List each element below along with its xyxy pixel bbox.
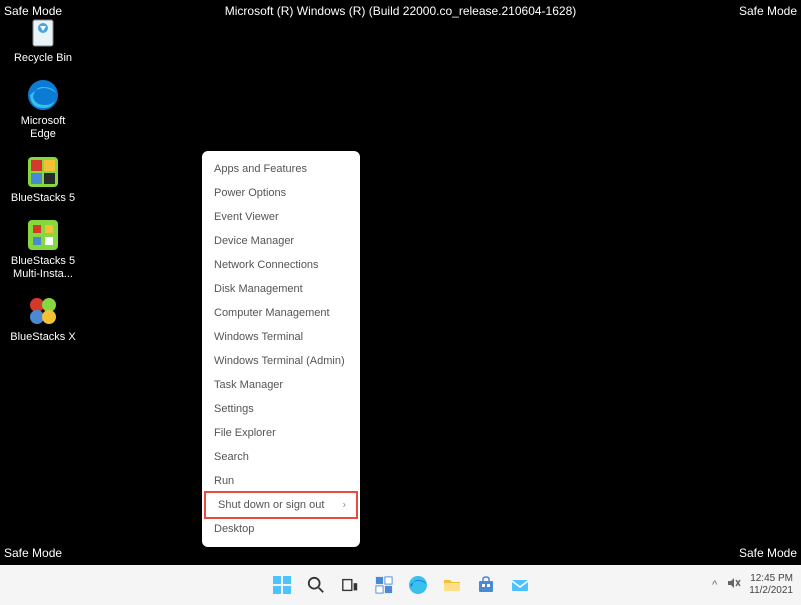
taskbar-center xyxy=(268,571,534,599)
menu-item-task-manager[interactable]: Task Manager xyxy=(202,373,360,397)
menu-item-computer-management[interactable]: Computer Management xyxy=(202,301,360,325)
desktop-icon-recycle-bin[interactable]: Recycle Bin xyxy=(8,14,78,65)
volume-icon[interactable] xyxy=(725,575,741,596)
menu-item-device-manager[interactable]: Device Manager xyxy=(202,229,360,253)
menu-item-network-connections[interactable]: Network Connections xyxy=(202,253,360,277)
menu-item-file-explorer[interactable]: File Explorer xyxy=(202,421,360,445)
menu-item-settings[interactable]: Settings xyxy=(202,397,360,421)
menu-item-search[interactable]: Search xyxy=(202,445,360,469)
menu-item-windows-terminal[interactable]: Windows Terminal xyxy=(202,325,360,349)
taskbar-clock[interactable]: 12:45 PM 11/2/2021 xyxy=(749,573,793,597)
desktop-icon-label: Recycle Bin xyxy=(14,52,72,65)
file-explorer-taskbar-icon[interactable] xyxy=(438,571,466,599)
build-info: Microsoft (R) Windows (R) (Build 22000.c… xyxy=(225,4,577,18)
safe-mode-bottom-right: Safe Mode xyxy=(739,546,797,560)
edge-icon xyxy=(25,77,61,113)
menu-item-desktop[interactable]: Desktop xyxy=(202,517,360,541)
mail-taskbar-icon[interactable] xyxy=(506,571,534,599)
menu-item-event-viewer[interactable]: Event Viewer xyxy=(202,205,360,229)
desktop-icons-container: Recycle Bin Microsoft Edge BlueStacks 5 … xyxy=(8,14,78,344)
safe-mode-top-right: Safe Mode xyxy=(739,4,797,18)
desktop-icon-bluestacks-5-multi[interactable]: BlueStacks 5 Multi-Insta... xyxy=(8,217,78,281)
menu-item-shut-down-sign-out[interactable]: Shut down or sign out xyxy=(204,491,358,519)
desktop-icon-label: Microsoft Edge xyxy=(8,115,78,141)
search-icon[interactable] xyxy=(302,571,330,599)
menu-item-disk-management[interactable]: Disk Management xyxy=(202,277,360,301)
winx-context-menu: Apps and Features Power Options Event Vi… xyxy=(202,151,360,547)
clock-time: 12:45 PM xyxy=(750,573,793,585)
safe-mode-bottom-left: Safe Mode xyxy=(4,546,62,560)
desktop-icon-microsoft-edge[interactable]: Microsoft Edge xyxy=(8,77,78,141)
start-button[interactable] xyxy=(268,571,296,599)
edge-taskbar-icon[interactable] xyxy=(404,571,432,599)
task-view-icon[interactable] xyxy=(336,571,364,599)
menu-item-run[interactable]: Run xyxy=(202,469,360,493)
clock-date: 11/2/2021 xyxy=(749,585,793,597)
desktop-icon-bluestacks-5[interactable]: BlueStacks 5 xyxy=(8,154,78,205)
desktop-icon-bluestacks-x[interactable]: BlueStacks X xyxy=(8,293,78,344)
menu-item-windows-terminal-admin[interactable]: Windows Terminal (Admin) xyxy=(202,349,360,373)
bluestacks-multi-icon xyxy=(25,217,61,253)
taskbar-system-tray: ^ 12:45 PM 11/2/2021 xyxy=(712,573,793,597)
menu-item-apps-features[interactable]: Apps and Features xyxy=(202,157,360,181)
taskbar: ^ 12:45 PM 11/2/2021 xyxy=(0,565,801,605)
bluestacks-icon xyxy=(25,154,61,190)
store-taskbar-icon[interactable] xyxy=(472,571,500,599)
desktop-icon-label: BlueStacks X xyxy=(10,331,75,344)
bluestacks-x-icon xyxy=(25,293,61,329)
widgets-icon[interactable] xyxy=(370,571,398,599)
desktop-icon-label: BlueStacks 5 xyxy=(11,192,75,205)
menu-item-power-options[interactable]: Power Options xyxy=(202,181,360,205)
tray-overflow-chevron-icon[interactable]: ^ xyxy=(712,579,717,591)
recycle-bin-icon xyxy=(25,14,61,50)
desktop-icon-label: BlueStacks 5 Multi-Insta... xyxy=(8,255,78,281)
